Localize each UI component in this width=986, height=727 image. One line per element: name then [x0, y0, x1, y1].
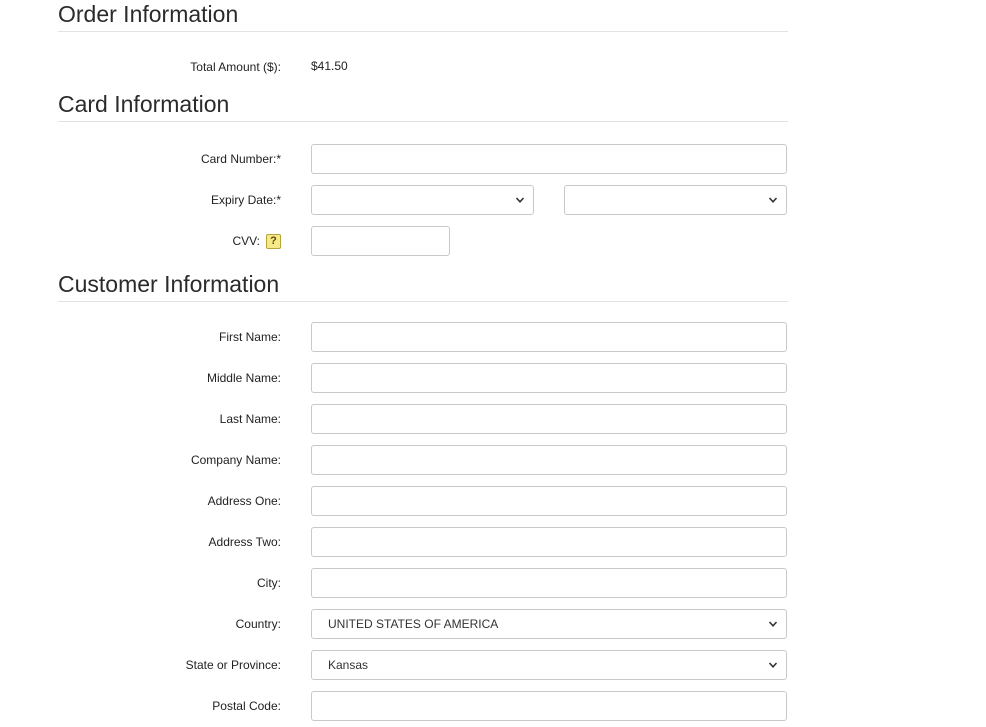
city-label: City:: [257, 576, 281, 590]
cvv-input[interactable]: [311, 226, 450, 256]
card-information-heading: Card Information: [58, 91, 230, 117]
total-amount-value: $41.50: [311, 59, 348, 73]
payment-form-page: Order Information Total Amount ($): $41.…: [0, 0, 986, 727]
address-one-input[interactable]: [311, 486, 787, 516]
last-name-input[interactable]: [311, 404, 787, 434]
state-selected-value: Kansas: [328, 658, 369, 672]
order-section-divider: [58, 31, 788, 32]
first-name-label: First Name:: [218, 330, 281, 344]
middle-name-input[interactable]: [311, 363, 787, 393]
country-selected-value: UNITED STATES OF AMERICA: [328, 617, 499, 631]
company-name-label: Company Name:: [190, 453, 281, 467]
chevron-down-icon: [768, 197, 778, 203]
city-input[interactable]: [311, 568, 787, 598]
address-one-label: Address One:: [207, 494, 281, 508]
address-two-input[interactable]: [311, 527, 787, 557]
state-province-label: State or Province:: [185, 658, 281, 672]
order-information-heading: Order Information: [58, 1, 239, 27]
country-label: Country:: [235, 617, 281, 631]
cvv-label: CVV:: [232, 234, 260, 248]
chevron-down-icon: [515, 197, 525, 203]
postal-code-label: Postal Code:: [212, 699, 281, 713]
last-name-label: Last Name:: [219, 412, 281, 426]
address-two-label: Address Two:: [208, 535, 281, 549]
middle-name-label: Middle Name:: [206, 371, 281, 385]
help-icon[interactable]: ?: [266, 234, 281, 249]
expiry-year-select[interactable]: [564, 185, 787, 215]
total-amount-label: Total Amount ($):: [190, 60, 281, 74]
first-name-input[interactable]: [311, 322, 787, 352]
chevron-down-icon: [768, 662, 778, 668]
customer-section-divider: [58, 301, 788, 302]
chevron-down-icon: [768, 621, 778, 627]
postal-code-input[interactable]: [311, 691, 787, 721]
company-name-input[interactable]: [311, 445, 787, 475]
card-number-input[interactable]: [311, 144, 787, 174]
country-select[interactable]: UNITED STATES OF AMERICA: [311, 609, 787, 639]
expiry-date-label: Expiry Date:*: [210, 193, 281, 207]
card-section-divider: [58, 121, 788, 122]
state-province-select[interactable]: Kansas: [311, 650, 787, 680]
card-number-label: Card Number:*: [200, 152, 281, 166]
customer-information-heading: Customer Information: [58, 271, 280, 297]
expiry-month-select[interactable]: [311, 185, 534, 215]
